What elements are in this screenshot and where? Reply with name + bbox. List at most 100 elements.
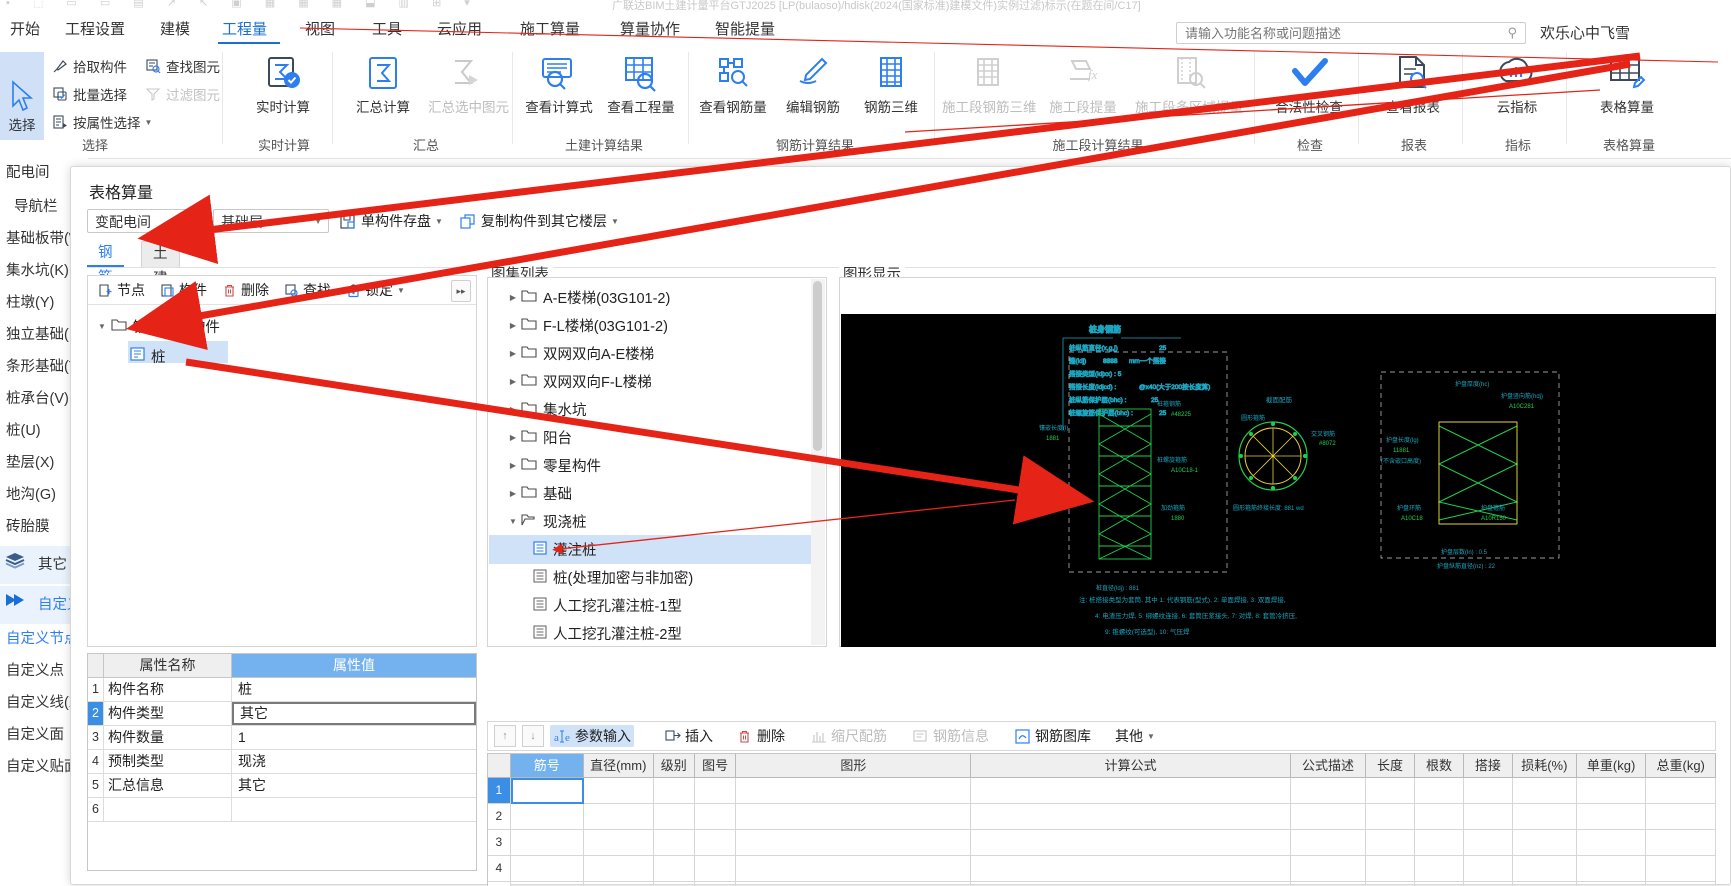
find-element-button[interactable]: 查找图元 bbox=[143, 54, 220, 78]
rebar-cell-formula[interactable] bbox=[971, 804, 1291, 830]
atlas-row-fl-stair[interactable]: ▶ F-L楼梯(03G101-2) bbox=[489, 311, 812, 340]
atlas-row-dual-ae-stair[interactable]: ▶ 双网双向A-E楼梯 bbox=[489, 339, 812, 368]
rebar-cell-count[interactable] bbox=[1415, 830, 1464, 856]
rebar-cell-total-weight[interactable] bbox=[1646, 778, 1716, 804]
chevron-right-icon[interactable]: ▶ bbox=[505, 377, 521, 386]
rebar-cell-shape-no[interactable] bbox=[694, 856, 737, 882]
rebar-cell-unit-weight[interactable] bbox=[1576, 778, 1647, 804]
chevron-right-icon[interactable]: ▶ bbox=[505, 321, 521, 330]
arrow-down-icon[interactable]: ↓ bbox=[522, 725, 544, 747]
add-node-button[interactable]: 节点 bbox=[96, 280, 145, 300]
insert-button[interactable]: 插入 bbox=[660, 725, 716, 747]
menu-item-quantity[interactable]: 工程量 bbox=[222, 18, 267, 39]
rebar-cell-diameter[interactable] bbox=[584, 778, 654, 804]
atlas-row-bored-pile[interactable]: 灌注桩 bbox=[489, 535, 812, 564]
chevron-down-icon[interactable]: ▼ bbox=[145, 118, 153, 127]
quick-access-toolbar[interactable]: ▪ ⬚ ▭ ▭ ▤ ↗ ↖ ▣ ▦ ▦ ▦ ⬓ ▥ ⊞ ▾ bbox=[6, 0, 480, 9]
rebar-cell-diameter[interactable] bbox=[583, 830, 654, 856]
atlas-row-misc-component[interactable]: ▶ 零星构件 bbox=[489, 451, 812, 480]
table-row[interactable]: 3 bbox=[488, 830, 1716, 856]
rebar-cell-number[interactable] bbox=[511, 882, 584, 886]
rebar-cell-shape-no[interactable] bbox=[695, 882, 737, 886]
rebar-cell-lap[interactable] bbox=[1463, 778, 1513, 804]
rebar-cell-number[interactable] bbox=[510, 830, 584, 856]
rebar-cell-loss[interactable] bbox=[1512, 856, 1577, 882]
rebar-cell-total-weight[interactable] bbox=[1646, 830, 1716, 856]
select-by-attribute-button[interactable]: 按属性选择 ▼ bbox=[50, 110, 152, 134]
menu-item-start[interactable]: 开始 bbox=[10, 18, 40, 39]
menu-item-cloud-app[interactable]: 云应用 bbox=[437, 18, 482, 39]
rebar-cell-count[interactable] bbox=[1415, 856, 1464, 882]
user-name-label[interactable]: 欢乐心中飞雪 bbox=[1540, 22, 1630, 43]
arrow-up-icon[interactable]: ↑ bbox=[494, 725, 516, 747]
rebar-cell-grade[interactable] bbox=[653, 856, 695, 882]
rebar-cell-unit-weight[interactable] bbox=[1576, 856, 1647, 882]
rebar-cell-grade[interactable] bbox=[653, 778, 696, 804]
view-rebar-quantity-button[interactable]: 查看钢筋量 bbox=[696, 50, 770, 116]
rebar-cell-length[interactable] bbox=[1366, 882, 1416, 886]
atlas-row-foundation[interactable]: ▶ 基础 bbox=[489, 479, 812, 508]
atlas-row-pile-dense[interactable]: 桩(处理加密与非加密) bbox=[489, 563, 812, 592]
menu-item-project-settings[interactable]: 工程设置 bbox=[65, 18, 125, 39]
table-row[interactable]: 2 构件类型 其它 bbox=[88, 702, 476, 726]
select-tool-button[interactable]: 选择 bbox=[0, 52, 44, 140]
atlas-row-sump-pit[interactable]: ▶ 集水坑 bbox=[489, 395, 812, 424]
batch-select-button[interactable]: 批量选择 bbox=[50, 82, 127, 106]
view-formula-button[interactable]: 查看计算式 bbox=[522, 50, 596, 116]
rebar-cell-unit-weight[interactable] bbox=[1576, 830, 1647, 856]
rebar-cell-formula-desc[interactable] bbox=[1291, 882, 1367, 886]
rebar-cell-number[interactable] bbox=[510, 856, 584, 882]
rebar-cell-shape[interactable] bbox=[736, 778, 972, 804]
rebar-cell-count[interactable] bbox=[1415, 778, 1464, 804]
search-box[interactable]: ⚲ bbox=[1176, 22, 1526, 44]
rebar-cell-grade[interactable] bbox=[653, 830, 695, 856]
rebar-cell-count[interactable] bbox=[1415, 882, 1464, 886]
rebar-cell-length[interactable] bbox=[1366, 830, 1416, 856]
validity-check-button[interactable]: 合法性检查 bbox=[1272, 50, 1346, 116]
property-value[interactable]: 其它 bbox=[232, 774, 476, 797]
property-value-editor[interactable]: 其它 bbox=[232, 702, 476, 725]
rebar-cell-lap[interactable] bbox=[1464, 882, 1513, 886]
table-row[interactable]: 2 bbox=[488, 804, 1716, 830]
rebar-cell-diameter[interactable] bbox=[583, 856, 654, 882]
chevron-right-icon[interactable]: ▶ bbox=[505, 405, 521, 414]
property-value[interactable]: 现浇 bbox=[232, 750, 476, 773]
menu-item-modeling[interactable]: 建模 bbox=[160, 18, 190, 39]
tree-item-pile[interactable]: 桩 bbox=[130, 343, 166, 369]
menu-item-quantity-collab[interactable]: 算量协作 bbox=[620, 18, 680, 39]
atlas-row-cast-in-place-pile[interactable]: ▼ 现浇桩 bbox=[489, 507, 812, 536]
chevron-right-icon[interactable]: ▶ bbox=[505, 349, 521, 358]
floor-combo[interactable]: 基础层 ▼ bbox=[213, 209, 329, 233]
rebar-cell-grade[interactable] bbox=[653, 804, 695, 830]
atlas-scrollbar[interactable] bbox=[811, 279, 825, 645]
building-combo[interactable]: 变配电间 ▼ bbox=[87, 209, 207, 233]
atlas-row-dual-fl-stair[interactable]: ▶ 双网双向F-L楼梯 bbox=[489, 367, 812, 396]
rebar-cell-shape[interactable] bbox=[736, 882, 972, 886]
table-row[interactable]: 1 构件名称 桩 bbox=[88, 678, 476, 702]
rebar-cell-formula-desc[interactable] bbox=[1290, 830, 1367, 856]
rebar-cell-shape[interactable] bbox=[736, 830, 972, 856]
rebar-cell-length[interactable] bbox=[1366, 778, 1416, 804]
chevron-down-icon[interactable]: ▼ bbox=[98, 322, 106, 331]
more-button[interactable]: 其他 ▼ bbox=[1112, 725, 1158, 747]
rebar-cell-loss[interactable] bbox=[1512, 804, 1577, 830]
table-row[interactable]: 4 预制类型 现浇 bbox=[88, 750, 476, 774]
table-row[interactable]: 3 构件数量 1 bbox=[88, 726, 476, 750]
rebar-cell-lap[interactable] bbox=[1463, 856, 1513, 882]
rebar-cell-length[interactable] bbox=[1366, 804, 1416, 830]
rebar-cell-shape-no[interactable] bbox=[695, 778, 737, 804]
rebar-cell-total-weight[interactable] bbox=[1646, 804, 1716, 830]
pick-component-button[interactable]: 拾取构件 bbox=[50, 54, 127, 78]
rebar-cell-loss[interactable] bbox=[1512, 778, 1577, 804]
chevron-down-icon[interactable]: ▼ bbox=[1147, 732, 1155, 741]
rebar-cell-number[interactable] bbox=[510, 804, 584, 830]
tab-rebar[interactable]: 钢筋 bbox=[87, 241, 124, 286]
tree-node-rebar-table-components[interactable]: ▼ 钢筋表格构件 bbox=[98, 313, 220, 339]
rebar-cell-length[interactable] bbox=[1366, 856, 1416, 882]
search-input[interactable] bbox=[1183, 23, 1487, 43]
property-value[interactable] bbox=[232, 798, 476, 821]
property-value[interactable]: 桩 bbox=[232, 678, 476, 701]
tab-civil[interactable]: 土建 bbox=[141, 241, 180, 287]
chevron-down-icon[interactable]: ▼ bbox=[314, 217, 322, 226]
chevron-down-icon[interactable]: ▼ bbox=[611, 217, 619, 226]
